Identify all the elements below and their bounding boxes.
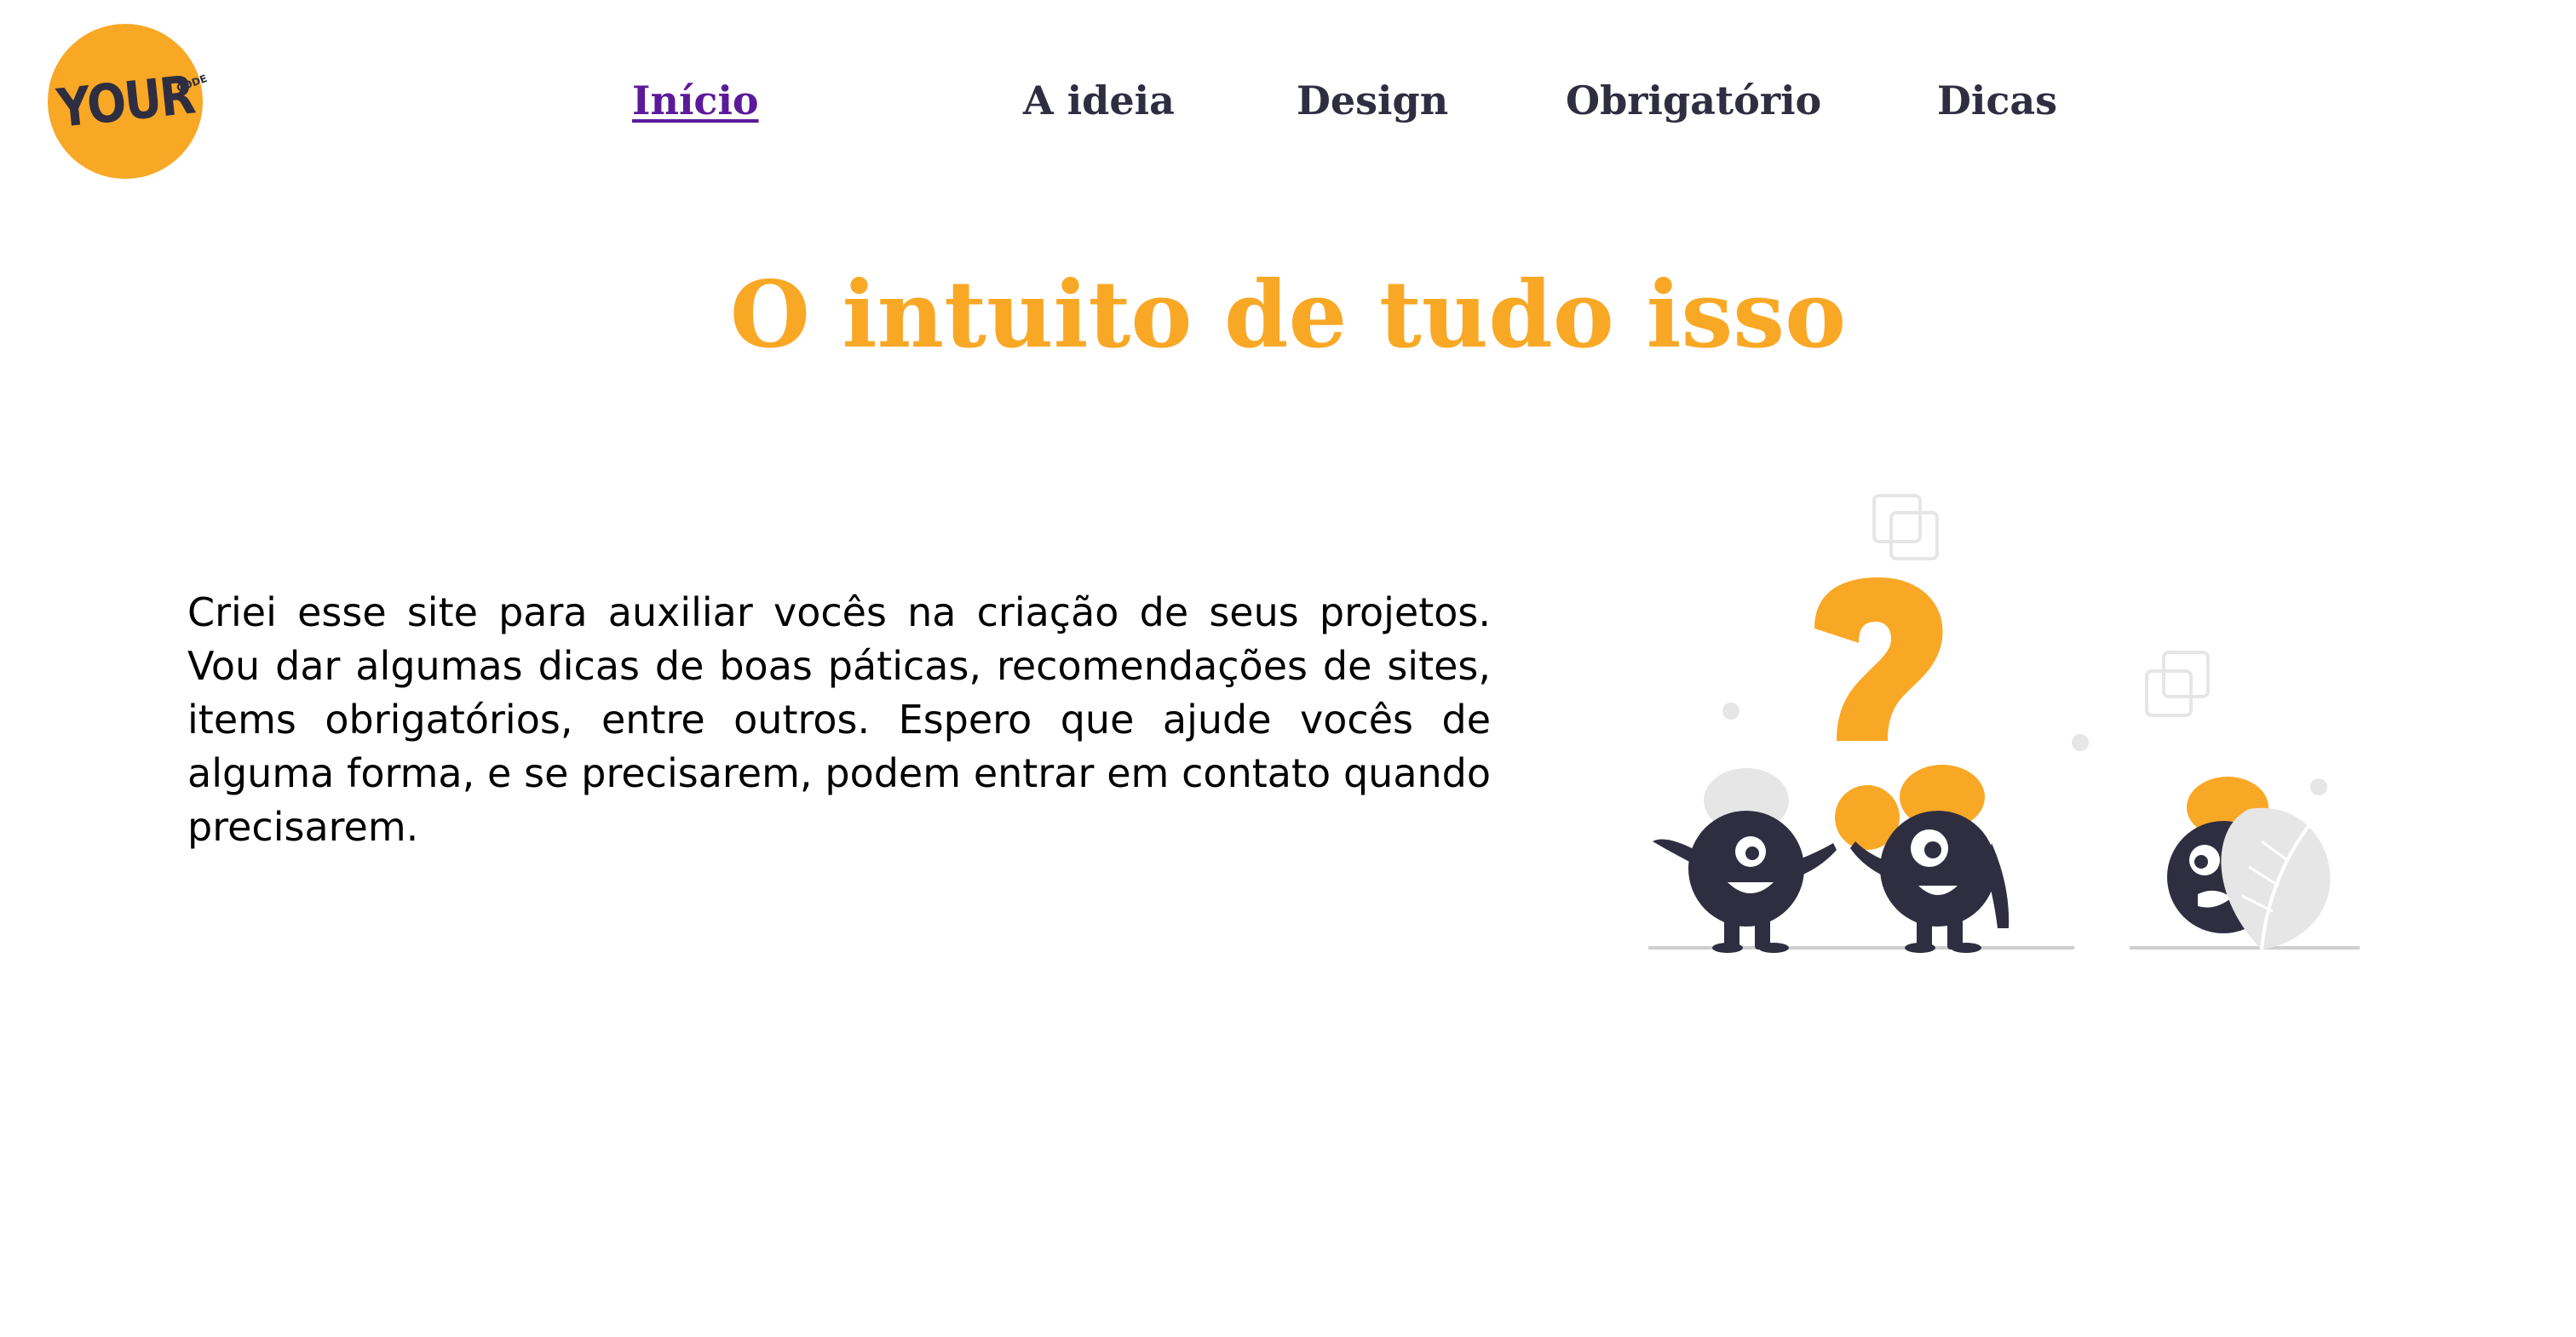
question-mark-icon <box>1814 577 1943 741</box>
nav-link-design[interactable]: Design <box>1297 75 1448 126</box>
question-mark-characters-illustration <box>1648 494 2360 953</box>
page-title: O intuito de tudo isso <box>729 261 1847 369</box>
nav-link-dicas[interactable]: Dicas <box>1937 75 2057 126</box>
nav-link-a-ideia[interactable]: A ideia <box>1023 75 1175 126</box>
nav-link-obrigatorio[interactable]: Obrigatório <box>1566 75 1821 126</box>
main-nav: Início A ideia Design Obrigatório Dicas <box>0 75 2576 126</box>
character-left-icon <box>1653 768 1837 953</box>
character-hiding-icon <box>2167 777 2331 950</box>
nav-link-inicio[interactable]: Início <box>632 75 759 126</box>
intro-paragraph: Criei esse site para auxiliar vocês na c… <box>187 589 1491 850</box>
page: YOUR CODE Início A ideia Design Obrigató… <box>0 0 2576 1337</box>
